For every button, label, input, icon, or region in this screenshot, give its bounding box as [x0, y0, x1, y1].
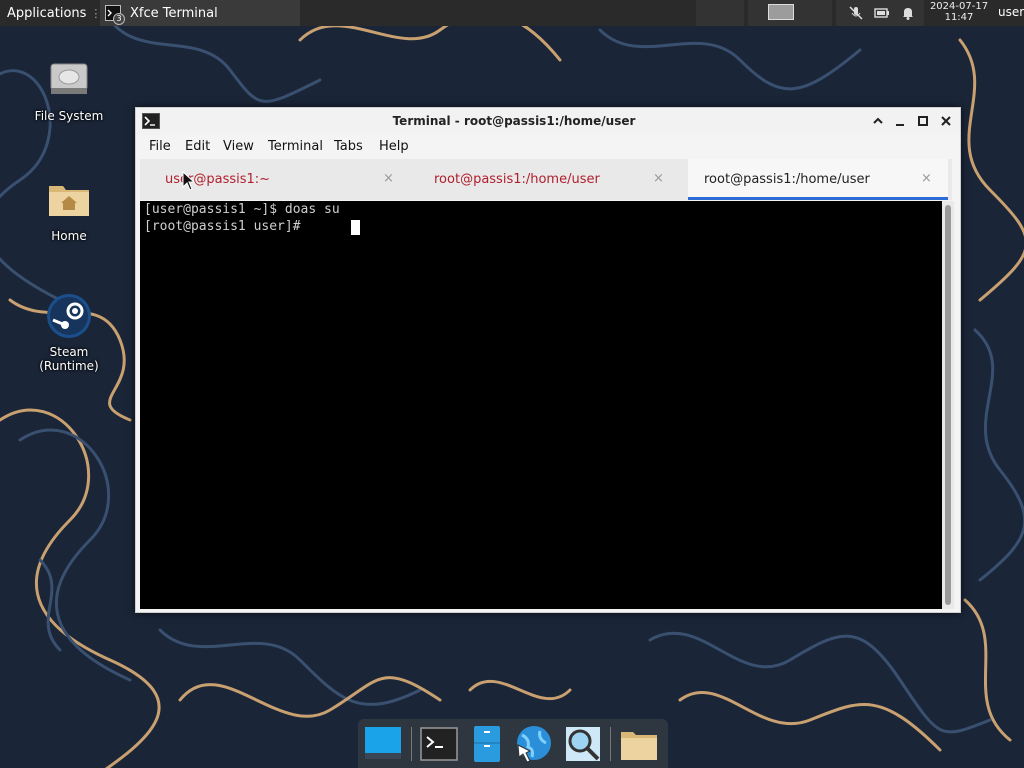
applications-label: Applications [7, 5, 87, 21]
menu-file[interactable]: File [149, 139, 171, 154]
dock [358, 719, 668, 768]
notification-bell-icon[interactable] [900, 5, 916, 21]
minimize-icon[interactable] [892, 113, 908, 129]
panel-clock[interactable]: 2024-07-17 11:47 [928, 1, 990, 23]
menu-edit[interactable]: Edit [185, 139, 210, 154]
mouse-pointer-icon [182, 171, 194, 191]
menu-tabs[interactable]: Tabs [334, 139, 363, 154]
user-menu-label[interactable]: user [998, 5, 1024, 19]
web-browser-icon[interactable] [512, 723, 554, 765]
scrollbar-thumb[interactable] [945, 205, 951, 605]
microphone-muted-icon[interactable] [848, 5, 864, 21]
taskbar-button-label: Xfce Terminal [130, 5, 218, 21]
top-panel: Applications ⋮ 3 Xfce Terminal 2024-07-1… [0, 0, 1024, 26]
menu-terminal[interactable]: Terminal [268, 139, 323, 154]
tab-root-home-user[interactable]: root@passis1:/home/user × [410, 159, 680, 200]
tab-bar: user@passis1:~ × root@passis1:/home/user… [140, 159, 952, 200]
terminal-scrollbar[interactable] [942, 201, 954, 609]
window-title: Terminal - root@passis1:/home/user [392, 114, 636, 128]
battery-icon[interactable] [874, 5, 890, 21]
tab-root-home-user-active[interactable]: root@passis1:/home/user × [688, 159, 948, 200]
terminal-cursor [351, 220, 360, 235]
menu-help[interactable]: Help [379, 139, 409, 154]
tab-label: user@passis1:~ [165, 172, 271, 187]
panel-spacer [696, 0, 744, 26]
desktop-icon-label: Home [51, 229, 87, 243]
desktop-icon-label: Steam (Runtime) [39, 345, 99, 373]
workspace-1-button[interactable] [768, 4, 794, 20]
clock-date: 2024-07-17 [929, 1, 989, 12]
tab-user-home[interactable]: user@passis1:~ × [140, 159, 410, 200]
tab-close-icon[interactable]: × [653, 171, 664, 186]
taskbar-button-terminal[interactable]: 3 Xfce Terminal [100, 0, 300, 26]
file-manager-icon[interactable] [466, 723, 508, 765]
menu-view[interactable]: View [223, 139, 254, 154]
chevron-up-icon[interactable] [870, 113, 886, 129]
applications-menu-button[interactable]: Applications ⋮ [0, 0, 101, 26]
folder-icon[interactable] [618, 723, 660, 765]
terminal-icon[interactable] [418, 723, 460, 765]
dock-separator [411, 727, 412, 761]
close-icon[interactable] [938, 113, 954, 129]
terminal-icon: 3 [105, 5, 125, 25]
steam-icon [47, 294, 91, 338]
terminal-window: Terminal - root@passis1:/home/user File … [135, 107, 961, 613]
desktop-icon-label: File System [34, 109, 104, 123]
window-count-badge: 3 [113, 13, 125, 25]
home-folder-icon [49, 186, 89, 216]
clock-time: 11:47 [944, 12, 974, 23]
desktop-icon-steam[interactable]: Steam (Runtime) [19, 292, 119, 373]
active-tab-indicator [688, 197, 948, 200]
drive-icon [50, 63, 88, 94]
tab-label: root@passis1:/home/user [704, 172, 870, 187]
terminal-line: [user@passis1 ~]$ doas su [144, 202, 340, 217]
terminal-line: [root@passis1 user]# [144, 219, 309, 234]
tab-close-icon[interactable]: × [383, 171, 394, 186]
menu-bar: File Edit View Terminal Tabs Help [136, 136, 960, 158]
show-desktop-icon[interactable] [362, 723, 404, 765]
desktop-icon-file-system[interactable]: File System [19, 56, 119, 123]
window-titlebar[interactable]: Terminal - root@passis1:/home/user [136, 108, 960, 135]
dock-separator [610, 727, 611, 761]
desktop-icon-home[interactable]: Home [19, 176, 119, 243]
terminal-output[interactable]: [user@passis1 ~]$ doas su [root@passis1 … [140, 201, 942, 609]
tab-close-icon[interactable]: × [921, 171, 932, 186]
app-finder-icon[interactable] [562, 723, 604, 765]
maximize-icon[interactable] [915, 113, 931, 129]
tab-label: root@passis1:/home/user [434, 172, 600, 187]
